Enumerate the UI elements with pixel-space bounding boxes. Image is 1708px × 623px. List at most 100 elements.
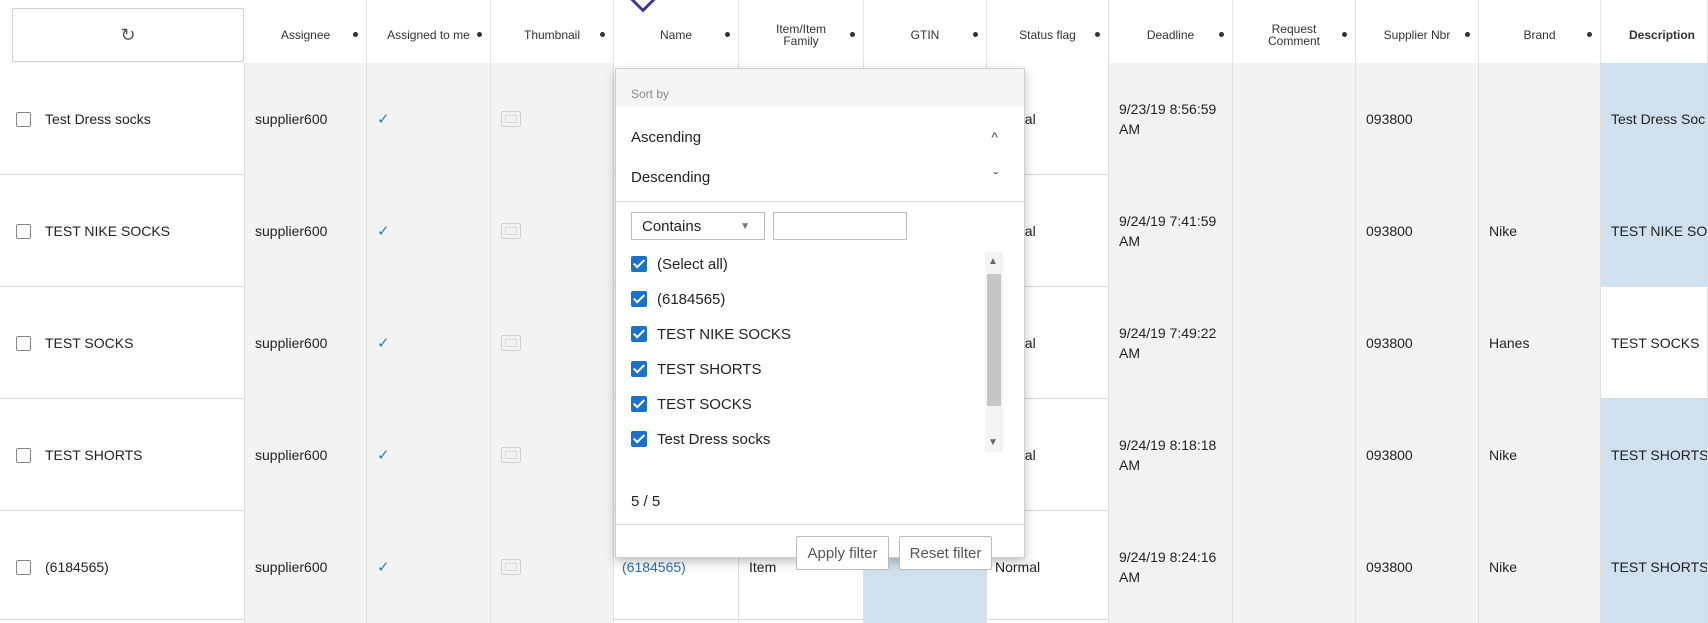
chevron-down-icon: ˇ [993,169,998,185]
deadline-cell: 9/23/19 8:56:59 AM [1109,63,1233,175]
col-menu-icon[interactable] [1219,32,1224,37]
col-menu-icon[interactable] [850,32,855,37]
col-label: Thumbnail [523,28,581,42]
brand-cell: Nike [1479,399,1601,511]
checkbox-checked-icon[interactable] [631,431,647,447]
thumbnail-cell [491,63,614,175]
col-menu-icon[interactable] [1095,32,1100,37]
name-cell: Test Dress socks [0,63,245,175]
check-icon: ✓ [377,447,390,464]
comment-cell [1233,63,1356,175]
thumbnail-cell [491,511,614,623]
col-item-family[interactable]: Item/Item Family [739,0,864,70]
list-item[interactable]: TEST SHORTS [631,354,761,384]
thumbnail-cell [491,287,614,399]
sort-by-label: Sort by [631,87,670,101]
assignee-cell: supplier600 [245,287,367,399]
row-checkbox[interactable] [16,335,31,351]
brand-cell [1479,63,1601,175]
col-thumbnail[interactable]: Thumbnail [491,0,614,70]
scroll-down-icon[interactable]: ▼ [988,437,998,448]
description-cell[interactable]: TEST SHORTS [1601,399,1708,511]
scrollbar-thumb[interactable] [987,274,1001,406]
col-menu-icon[interactable] [353,32,358,37]
chevron-up-icon: ^ [991,129,998,145]
list-item[interactable]: (Select all) [631,249,728,279]
list-item-label: (Select all) [657,255,728,273]
caret-down-icon: ▼ [740,221,750,232]
description-cell[interactable]: TEST SHORTS [1601,511,1708,623]
reset-filter-button[interactable]: Reset filter [899,536,992,570]
list-item-label: TEST NIKE SOCKS [657,325,791,343]
col-menu-icon[interactable] [1465,32,1470,37]
description-cell[interactable]: TEST SOCKS [1601,287,1708,399]
col-menu-icon[interactable] [1342,32,1347,37]
row-checkbox[interactable] [16,559,31,575]
checkbox-checked-icon[interactable] [631,361,647,377]
col-name[interactable]: Name [614,0,739,70]
col-request-comment[interactable]: Request Comment [1233,0,1356,70]
name-link[interactable]: (6184565) [622,559,686,575]
refresh-header-cell[interactable]: ↻ [12,8,244,62]
list-item[interactable]: (6184565) [631,284,725,314]
image-icon [501,447,521,463]
sort-descending-label: Descending [631,168,711,186]
row-checkbox[interactable] [16,447,31,463]
col-gtin[interactable]: GTIN [864,0,987,70]
divider [616,201,1024,202]
row-checkbox[interactable] [16,223,31,239]
col-supplier-nbr[interactable]: Supplier Nbr [1356,0,1479,70]
col-description[interactable]: Description [1601,0,1708,70]
checkbox-checked-icon[interactable] [631,291,647,307]
row-checkbox[interactable] [16,111,31,127]
col-brand[interactable]: Brand [1479,0,1601,70]
filter-operator-value: Contains [642,217,702,235]
col-label: Item/Item Family [775,22,826,48]
filter-operator-select[interactable]: Contains ▼ [631,212,765,240]
sort-ascending-label: Ascending [631,128,702,146]
col-assignee[interactable]: Assignee [245,0,367,70]
list-item[interactable]: TEST NIKE SOCKS [631,319,791,349]
checkbox-checked-icon[interactable] [631,256,647,272]
row-name: TEST NIKE SOCKS [45,223,170,239]
deadline-cell: 9/24/19 7:41:59 AM [1109,175,1233,287]
row-name: TEST SHORTS [45,447,143,463]
assignee-cell: supplier600 [245,399,367,511]
col-label: Supplier Nbr [1383,28,1451,42]
col-menu-icon[interactable] [1587,32,1592,37]
sort-descending[interactable]: Descending ˇ [616,157,1024,197]
image-icon [501,559,521,575]
list-item[interactable]: Test Dress socks [631,424,770,454]
filter-value-input[interactable] [773,212,907,240]
comment-cell [1233,511,1356,623]
col-deadline[interactable]: Deadline [1109,0,1233,70]
col-assigned-to-me[interactable]: Assigned to me [367,0,491,70]
name-cell: (6184565) [0,511,245,623]
col-menu-icon[interactable] [477,32,482,37]
col-label: Deadline [1146,28,1195,42]
scroll-up-icon[interactable]: ▲ [988,256,998,267]
assigned-cell: ✓ [367,63,491,175]
checkbox-checked-icon[interactable] [631,326,647,342]
checkbox-checked-icon[interactable] [631,396,647,412]
description-cell[interactable]: TEST NIKE SOC [1601,175,1708,287]
column-filter-popup: Sort by Ascending ^ Descending ˇ Contain… [615,68,1025,570]
col-status-flag[interactable]: Status flag [987,0,1109,70]
row-name: (6184565) [45,559,109,575]
supplier-cell: 093800 [1356,511,1479,623]
col-menu-icon[interactable] [725,32,730,37]
apply-filter-button[interactable]: Apply filter [796,536,889,570]
description-cell[interactable]: Test Dress Soc [1601,63,1708,175]
refresh-icon[interactable]: ↻ [120,25,135,46]
comment-cell [1233,399,1356,511]
sort-ascending[interactable]: Ascending ^ [616,117,1024,157]
name-cell: TEST SHORTS [0,399,245,511]
list-item[interactable]: TEST SOCKS [631,389,752,419]
col-menu-icon[interactable] [973,32,978,37]
brand-cell: Nike [1479,511,1601,623]
col-menu-icon[interactable] [600,32,605,37]
assigned-cell: ✓ [367,399,491,511]
list-scrollbar[interactable]: ▲ ▼ [985,252,1003,452]
supplier-cell: 093800 [1356,63,1479,175]
deadline-cell: 9/24/19 7:49:22 AM [1109,287,1233,399]
